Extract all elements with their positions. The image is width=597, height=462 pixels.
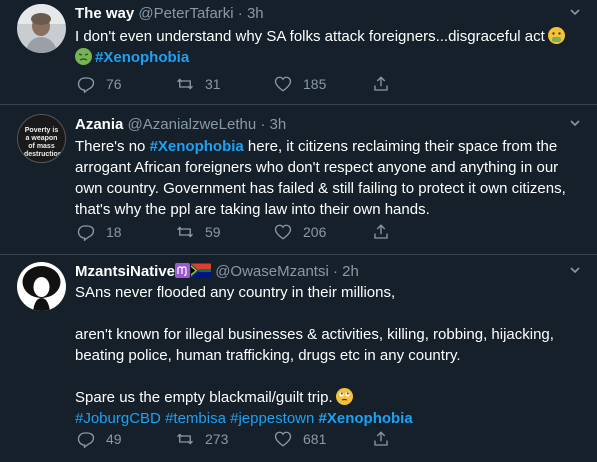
retweet-count: 59 (205, 224, 221, 240)
retweet-button[interactable]: 59 (176, 222, 221, 242)
retweet-count: 31 (205, 76, 221, 92)
share-button[interactable] (372, 429, 401, 449)
reply-count: 76 (106, 76, 122, 92)
like-button[interactable]: 185 (274, 74, 326, 94)
reply-button[interactable]: 18 (77, 222, 122, 242)
tweet-text: I don't even understand why SA folks att… (75, 26, 583, 68)
reply-count: 49 (106, 431, 122, 447)
like-icon (274, 76, 292, 92)
caret-down-icon[interactable] (569, 262, 581, 282)
tweet-paragraph: SAns never flooded any country in their … (75, 284, 396, 301)
reply-icon (77, 432, 95, 448)
user-handle[interactable]: @PeterTafarki (138, 5, 233, 22)
separator-dot: · (332, 263, 338, 280)
tweet[interactable]: The way @PeterTafarki · 3h I don't even … (0, 0, 597, 105)
retweet-icon (177, 226, 193, 238)
reply-button[interactable]: 76 (77, 74, 122, 94)
tweet-text: SAns never flooded any country in their … (75, 282, 583, 429)
retweet-icon (177, 78, 193, 90)
hashtag-link[interactable]: #Xenophobia (95, 49, 189, 66)
reply-icon (77, 77, 95, 93)
rolling-eyes-emoji-icon (335, 388, 353, 405)
tweet-paragraph: Spare us the empty blackmail/guilt trip. (75, 389, 333, 406)
share-icon (374, 431, 388, 446)
timestamp[interactable]: 3h (247, 5, 264, 22)
tweet-paragraph: aren't known for illegal businesses & ac… (75, 326, 554, 364)
tweet-header: Azania @AzanialzweLethu · 3h (75, 115, 583, 135)
retweet-button[interactable]: 273 (176, 429, 228, 449)
hashtag-link[interactable]: #JoburgCBD (75, 410, 161, 427)
south-africa-flag-icon (191, 263, 212, 278)
display-name[interactable]: MzantsiNative (75, 263, 175, 280)
share-icon (374, 76, 388, 91)
like-button[interactable]: 681 (274, 429, 326, 449)
share-button[interactable] (372, 222, 401, 242)
reply-count: 18 (106, 224, 122, 240)
caret-down-icon[interactable] (569, 115, 581, 135)
tweet[interactable]: Poverty is a weapon of mass destruction … (0, 105, 597, 255)
tweet-header: MzantsiNative @OwaseMzantsi · 2h (75, 262, 583, 282)
nauseated-face-emoji-icon (75, 48, 92, 65)
tweet-text-before: There's no (75, 138, 150, 155)
retweet-button[interactable]: 31 (176, 74, 221, 94)
tweet-text-line: I don't even understand why SA folks att… (75, 28, 545, 45)
user-handle[interactable]: @OwaseMzantsi (215, 263, 329, 280)
display-name[interactable]: The way (75, 5, 134, 22)
tweet[interactable]: MzantsiNative @OwaseMzantsi · 2h SAns ne… (0, 255, 597, 462)
timeline-feed: The way @PeterTafarki · 3h I don't even … (0, 0, 597, 462)
like-count: 681 (303, 431, 327, 447)
display-name[interactable]: Azania (75, 116, 123, 133)
tweet-actions: 76 31 185 (75, 74, 583, 94)
like-count: 206 (303, 224, 327, 240)
like-button[interactable]: 206 (274, 222, 326, 242)
avatar[interactable]: Poverty is a weapon of mass destruction (17, 114, 66, 163)
avatar[interactable] (17, 262, 66, 311)
virgo-sign-icon (175, 263, 191, 278)
retweet-count: 273 (205, 431, 229, 447)
reply-button[interactable]: 49 (77, 429, 122, 449)
hashtag-link[interactable]: #tembisa (165, 410, 226, 427)
retweet-icon (177, 433, 193, 445)
avatar-text: Poverty is a weapon of mass destruction (24, 127, 63, 158)
tweet-actions: 49 273 681 (75, 429, 583, 449)
like-count: 185 (303, 76, 327, 92)
tweet-text: There's no #Xenophobia here, it citizens… (75, 136, 583, 220)
separator-dot: · (237, 5, 243, 22)
caret-down-icon[interactable] (569, 4, 581, 24)
tweet-actions: 18 59 206 (75, 222, 583, 242)
avatar[interactable] (17, 4, 66, 53)
reply-icon (77, 225, 95, 241)
tweet-header: The way @PeterTafarki · 3h (75, 4, 583, 24)
like-icon (274, 431, 292, 447)
hashtag-link[interactable]: #jeppestown (230, 410, 314, 427)
share-button[interactable] (372, 74, 401, 94)
sick-face-emoji-icon (547, 27, 565, 44)
separator-dot: · (260, 116, 266, 133)
user-handle[interactable]: @AzanialzweLethu (128, 116, 257, 133)
share-icon (374, 224, 388, 239)
hashtag-link[interactable]: #Xenophobia (150, 138, 244, 155)
hashtag-link[interactable]: #Xenophobia (319, 410, 413, 427)
timestamp[interactable]: 3h (270, 116, 287, 133)
timestamp[interactable]: 2h (342, 263, 359, 280)
like-icon (274, 224, 292, 240)
